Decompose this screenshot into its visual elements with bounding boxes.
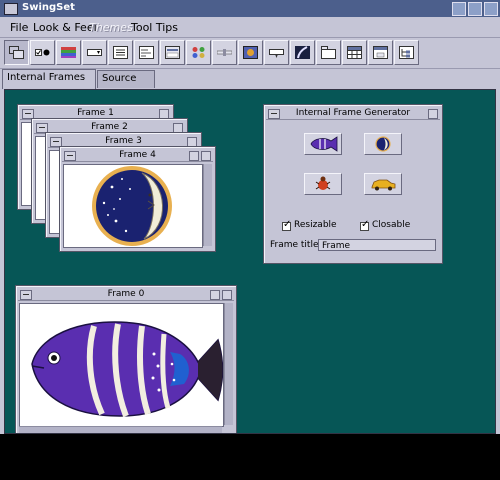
minimize-icon[interactable] [189, 151, 199, 161]
internal-frames-button[interactable] [4, 40, 29, 65]
vertical-scrollbar[interactable] [203, 164, 212, 246]
checkbox-radio-icon [35, 49, 50, 56]
color-chooser-icon [61, 47, 76, 58]
image-label-icon [243, 46, 258, 59]
close-icon[interactable] [484, 2, 498, 16]
maximize-icon[interactable] [222, 290, 232, 300]
maximize-icon[interactable] [201, 151, 211, 161]
create-moon-frame-button[interactable] [364, 133, 402, 155]
desktop-pane[interactable]: Frame 1 Frame 2 Frame 3 Frame 4 Frame 0 … [4, 89, 496, 434]
swingset-window: SwingSet File Look & Feel Themes Tool Ti… [0, 0, 500, 434]
frame-title-bar[interactable]: Internal Frame Generator [266, 107, 440, 120]
checkbox-radio-button[interactable] [30, 40, 55, 65]
moon-image [92, 166, 172, 246]
menu-tool-tips[interactable]: Tool Tips [131, 21, 178, 34]
resizable-label: Resizable [294, 220, 337, 230]
frame-title-bar[interactable]: Frame 4 [62, 149, 213, 162]
menu-bar: File Look & Feel Themes Tool Tips [0, 17, 500, 38]
borders-icon [192, 47, 205, 58]
list-button[interactable] [108, 40, 133, 65]
tree-icon [399, 46, 414, 59]
minimize-icon[interactable] [428, 109, 438, 119]
menu-file[interactable]: File [10, 21, 28, 34]
tabbed-pane-button[interactable] [316, 40, 341, 65]
file-chooser-button[interactable] [160, 40, 185, 65]
file-chooser-icon [165, 46, 180, 59]
menu-look-and-feel[interactable]: Look & Feel [33, 21, 97, 34]
combo-box-icon [87, 49, 102, 56]
menu-themes: Themes [89, 21, 133, 34]
tree-button[interactable] [394, 40, 419, 65]
maximize-icon[interactable] [468, 2, 482, 16]
frame-content [63, 164, 203, 248]
fish-image [31, 321, 223, 418]
fish-icon [310, 136, 338, 152]
slider-icon [217, 49, 232, 56]
create-fish-frame-button[interactable] [304, 133, 342, 155]
combo-box-button[interactable] [82, 40, 107, 65]
tab-internal-frames-demo[interactable]: Internal Frames Demo [2, 69, 96, 99]
create-car-frame-button[interactable] [364, 173, 402, 195]
moon-icon [375, 136, 391, 152]
car-icon [371, 179, 396, 191]
toolbar [0, 38, 500, 69]
frame-title-label: Frame title: [270, 240, 322, 250]
split-pane-icon [269, 49, 284, 58]
table-button[interactable] [342, 40, 367, 65]
frame-content [19, 303, 224, 427]
option-pane-icon [373, 46, 388, 59]
minimize-icon[interactable] [452, 2, 466, 16]
option-pane-button[interactable] [368, 40, 393, 65]
tab-strip: Internal Frames Demo Source Code [0, 69, 500, 100]
tab-source-code[interactable]: Source Code [97, 70, 155, 100]
color-chooser-button[interactable] [56, 40, 81, 65]
split-pane-button[interactable] [264, 40, 289, 65]
image-label-button[interactable] [238, 40, 263, 65]
horizontal-scrollbar[interactable] [19, 426, 222, 433]
internal-frame-0[interactable]: Frame 0 [15, 285, 237, 433]
closable-checkbox[interactable] [360, 219, 369, 231]
window-menu-icon[interactable] [4, 3, 18, 15]
frame-title: Frame 0 [107, 289, 145, 299]
internal-frames-icon [9, 46, 24, 59]
bug-icon [315, 176, 331, 190]
frame-title-bar[interactable]: Frame 0 [18, 288, 234, 301]
window-title: SwingSet [22, 2, 75, 13]
borders-button[interactable] [186, 40, 211, 65]
list-icon [113, 46, 128, 59]
minimize-icon[interactable] [210, 290, 220, 300]
table-icon [347, 46, 362, 59]
text-fields-button[interactable] [134, 40, 159, 65]
vertical-scrollbar[interactable] [224, 303, 233, 425]
window-title-bar[interactable]: SwingSet [0, 0, 500, 17]
create-bug-frame-button[interactable] [304, 173, 342, 195]
resizable-checkbox[interactable] [282, 219, 291, 231]
internal-frame-4[interactable]: Frame 4 [59, 146, 216, 252]
internal-frame-generator[interactable]: Internal Frame Generator Resizable Closa… [263, 104, 443, 264]
text-fields-icon [139, 46, 154, 59]
tabbed-pane-icon [321, 46, 336, 59]
progress-button[interactable] [290, 40, 315, 65]
slider-button[interactable] [212, 40, 237, 65]
closable-label: Closable [372, 220, 411, 230]
frame-title-field[interactable]: Frame [318, 239, 436, 251]
generator-title: Internal Frame Generator [295, 108, 411, 118]
progress-icon [295, 46, 310, 59]
